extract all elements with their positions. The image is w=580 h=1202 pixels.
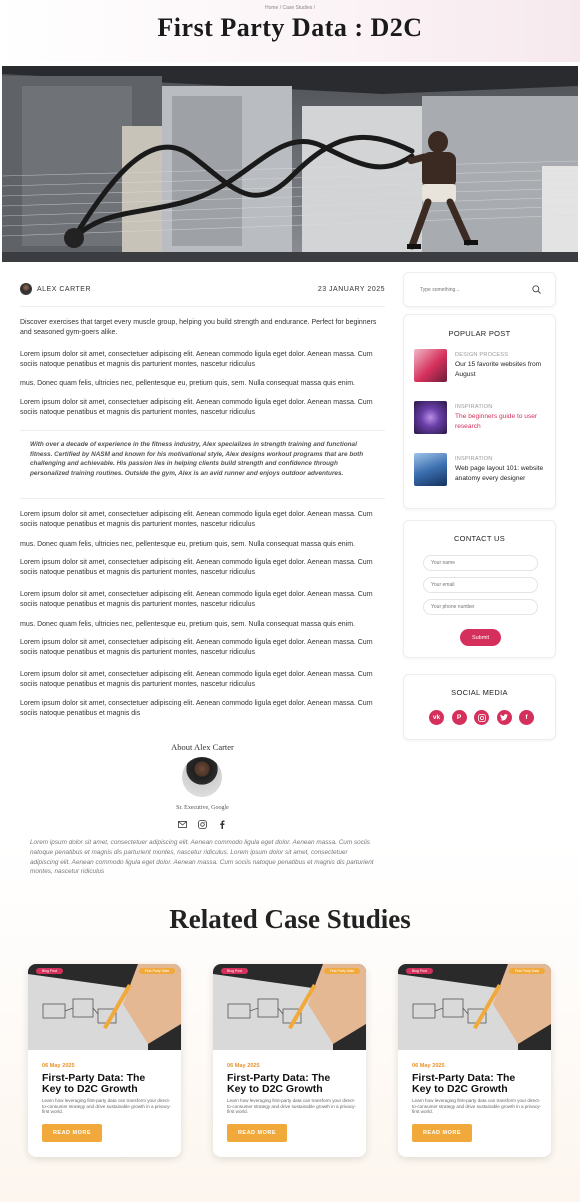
post-category: DESIGN PROCESS bbox=[455, 352, 509, 358]
email-field[interactable] bbox=[423, 577, 538, 593]
about-role: Sr. Executive, Google bbox=[176, 805, 229, 811]
page-title: First Party Data : D2C bbox=[157, 13, 423, 42]
author-avatar bbox=[20, 283, 32, 295]
popular-post[interactable]: DESIGN PROCESS Our 15 favorite websites … bbox=[414, 349, 554, 385]
twitter-icon[interactable] bbox=[496, 710, 512, 725]
read-more-button[interactable]: READ MORE bbox=[227, 1124, 287, 1142]
card-tag: First Party Data bbox=[323, 968, 360, 974]
submit-button[interactable]: Submit bbox=[460, 629, 501, 646]
post-title[interactable]: The beginners guide to user research bbox=[455, 412, 554, 432]
post-date: 23 JANUARY 2025 bbox=[317, 285, 385, 293]
card-title[interactable]: First-Party Data: The Key to D2C Growth bbox=[42, 1073, 167, 1094]
article-quote: With over a decade of experience in the … bbox=[30, 441, 364, 477]
breadcrumb[interactable]: Home / Case Studies / bbox=[0, 5, 580, 11]
author-name[interactable]: ALEX CARTER bbox=[37, 286, 91, 293]
case-study-card[interactable]: Blog Post First Party Data 06 May 2025 F… bbox=[398, 964, 551, 1157]
facebook-icon[interactable]: f bbox=[519, 710, 534, 725]
post-thumbnail[interactable] bbox=[414, 349, 447, 382]
article-paragraph: Lorem ipsum dolor sit amet, consectetuer… bbox=[20, 591, 373, 608]
about-bio: Lorem ipsum dolor sit amet, consectetuer… bbox=[30, 839, 374, 876]
article-paragraph: Lorem ipsum dolor sit amet, consectetuer… bbox=[20, 559, 373, 576]
about-title: About Alex Carter bbox=[171, 742, 234, 752]
card-tag: Blog Post bbox=[221, 968, 248, 974]
card-tag: First Party Data bbox=[138, 968, 175, 974]
contact-widget: CONTACT US Submit bbox=[403, 520, 556, 658]
card-tag: Blog Post bbox=[36, 968, 63, 974]
card-image[interactable]: Blog Post First Party Data bbox=[28, 964, 181, 1050]
social-media-widget: SOCIAL MEDIA vk P f bbox=[403, 674, 556, 740]
divider bbox=[20, 306, 385, 307]
hero-image bbox=[2, 66, 578, 262]
article-paragraph: mus. Donec quam felis, ultricies nec, pe… bbox=[20, 541, 355, 548]
post-title[interactable]: Web page layout 101: website anatomy eve… bbox=[455, 464, 554, 484]
about-social-icons bbox=[177, 819, 227, 829]
card-tag: First Party Data bbox=[508, 968, 545, 974]
mail-icon[interactable] bbox=[177, 819, 187, 829]
card-date: 06 May 2025 bbox=[412, 1063, 445, 1069]
post-thumbnail[interactable] bbox=[414, 453, 447, 486]
case-study-card[interactable]: Blog Post First Party Data 06 May 2025 F… bbox=[213, 964, 366, 1157]
search-icon[interactable] bbox=[532, 281, 541, 299]
vk-icon[interactable]: vk bbox=[429, 710, 444, 725]
instagram-icon[interactable] bbox=[197, 819, 207, 829]
popular-title: POPULAR POST bbox=[448, 329, 511, 338]
related-title: Related Case Studies bbox=[169, 904, 411, 934]
article-paragraph: Lorem ipsum dolor sit amet, consectetuer… bbox=[20, 399, 373, 416]
divider bbox=[20, 430, 385, 431]
article-paragraph: Lorem ipsum dolor sit amet, consectetuer… bbox=[20, 700, 373, 717]
divider bbox=[20, 498, 385, 499]
article-paragraph: Lorem ipsum dolor sit amet, consectetuer… bbox=[20, 351, 373, 368]
card-date: 06 May 2025 bbox=[227, 1063, 260, 1069]
card-tag: Blog Post bbox=[406, 968, 433, 974]
card-description: Learn how leveraging first-party data ca… bbox=[227, 1098, 356, 1114]
facebook-icon[interactable] bbox=[217, 819, 227, 829]
search-box bbox=[403, 272, 556, 307]
card-title[interactable]: First-Party Data: The Key to D2C Growth bbox=[227, 1073, 352, 1094]
read-more-button[interactable]: READ MORE bbox=[42, 1124, 102, 1142]
card-title[interactable]: First-Party Data: The Key to D2C Growth bbox=[412, 1073, 537, 1094]
post-thumbnail[interactable] bbox=[414, 401, 447, 434]
popular-posts-widget: POPULAR POST DESIGN PROCESS Our 15 favor… bbox=[403, 314, 556, 509]
about-avatar bbox=[182, 757, 222, 797]
card-image[interactable]: Blog Post First Party Data bbox=[398, 964, 551, 1050]
popular-post[interactable]: INSPIRATION The beginners guide to user … bbox=[414, 401, 554, 437]
article-paragraph: Lorem ipsum dolor sit amet, consectetuer… bbox=[20, 511, 373, 528]
post-category: INSPIRATION bbox=[455, 404, 493, 410]
article-paragraph: mus. Donec quam felis, ultricies nec, pe… bbox=[20, 380, 355, 387]
article-paragraph: mus. Donec quam felis, ultricies nec, pe… bbox=[20, 621, 355, 628]
author-row: ALEX CARTER 23 JANUARY 2025 bbox=[20, 282, 385, 296]
name-field[interactable] bbox=[423, 555, 538, 571]
case-study-card[interactable]: Blog Post First Party Data 06 May 2025 F… bbox=[28, 964, 181, 1157]
card-date: 06 May 2025 bbox=[42, 1063, 75, 1069]
social-icons: vk P f bbox=[429, 710, 534, 725]
popular-post[interactable]: INSPIRATION Web page layout 101: website… bbox=[414, 453, 554, 489]
instagram-icon[interactable] bbox=[474, 710, 489, 725]
card-description: Learn how leveraging first-party data ca… bbox=[412, 1098, 541, 1114]
post-title[interactable]: Our 15 favorite websites from August bbox=[455, 360, 554, 380]
search-input[interactable] bbox=[420, 286, 520, 293]
phone-field[interactable] bbox=[423, 599, 538, 615]
pinterest-icon[interactable]: P bbox=[451, 710, 467, 725]
article-paragraph: Lorem ipsum dolor sit amet, consectetuer… bbox=[20, 639, 373, 656]
article-intro: Discover exercises that target every mus… bbox=[20, 319, 377, 336]
card-image[interactable]: Blog Post First Party Data bbox=[213, 964, 366, 1050]
post-category: INSPIRATION bbox=[455, 456, 493, 462]
read-more-button[interactable]: READ MORE bbox=[412, 1124, 472, 1142]
social-title: SOCIAL MEDIA bbox=[451, 688, 508, 697]
card-description: Learn how leveraging first-party data ca… bbox=[42, 1098, 171, 1114]
article-paragraph: Lorem ipsum dolor sit amet, consectetuer… bbox=[20, 671, 373, 688]
contact-title: CONTACT US bbox=[453, 534, 506, 543]
